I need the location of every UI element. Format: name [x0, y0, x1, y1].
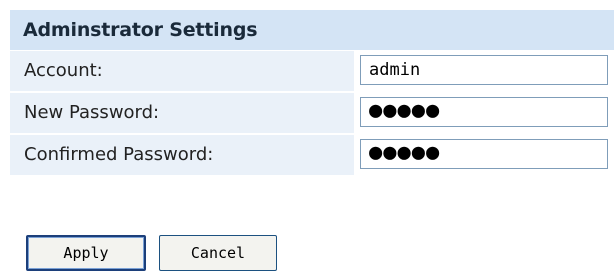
cancel-button[interactable]: Cancel [159, 235, 277, 271]
page: Adminstrator Settings Account: New Passw… [0, 0, 615, 280]
new-password-row: New Password: ●●●●● [10, 93, 615, 135]
account-row: Account: [10, 51, 615, 93]
confirmed-password-row: Confirmed Password: ●●●●● [10, 135, 615, 177]
new-password-label: New Password: [24, 102, 160, 123]
account-label: Account: [24, 60, 103, 81]
panel-header: Adminstrator Settings [10, 10, 614, 51]
action-buttons: Apply Cancel [26, 235, 277, 271]
account-input[interactable] [360, 55, 608, 85]
new-password-value-cell: ●●●●● [354, 93, 615, 133]
administrator-settings-panel: Adminstrator Settings Account: New Passw… [10, 10, 615, 177]
apply-button[interactable]: Apply [26, 235, 146, 271]
confirmed-password-input[interactable]: ●●●●● [360, 139, 608, 169]
new-password-input[interactable]: ●●●●● [360, 97, 608, 127]
confirmed-password-label: Confirmed Password: [24, 144, 214, 165]
panel-title: Adminstrator Settings [23, 19, 258, 41]
confirmed-password-value-cell: ●●●●● [354, 135, 615, 175]
account-value-cell [354, 51, 615, 91]
